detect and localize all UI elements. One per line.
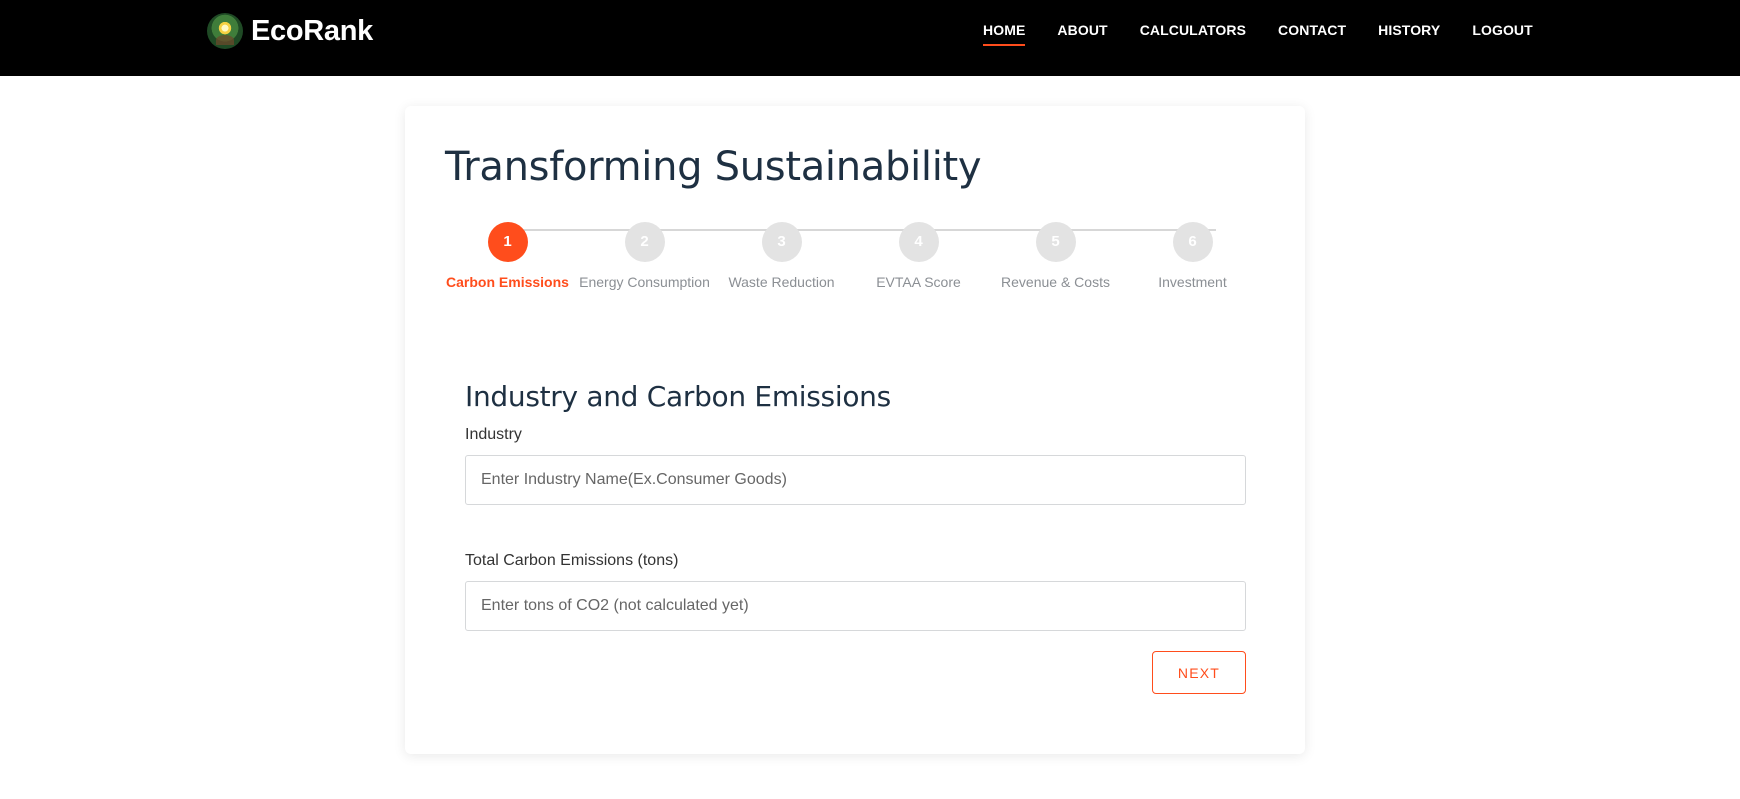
eco-globe-logo-icon — [207, 13, 243, 49]
step-number: 2 — [624, 222, 665, 262]
step-number: 1 — [487, 222, 528, 262]
nav-calculators[interactable]: CALCULATORS — [1140, 20, 1246, 46]
nav-history[interactable]: HISTORY — [1378, 20, 1440, 46]
nav-about[interactable]: ABOUT — [1057, 20, 1107, 46]
step-label: Carbon Emissions — [446, 274, 569, 290]
step-investment[interactable]: 6 Investment — [1124, 222, 1261, 290]
step-carbon-emissions[interactable]: 1 Carbon Emissions — [439, 222, 576, 290]
step-label: Revenue & Costs — [1001, 274, 1110, 290]
industry-label: Industry — [465, 426, 522, 443]
brand-name: EcoRank — [251, 14, 373, 47]
top-navbar: EcoRank HOME ABOUT CALCULATORS CONTACT H… — [0, 0, 1740, 76]
step-waste-reduction[interactable]: 3 Waste Reduction — [713, 222, 850, 290]
step-label: Investment — [1158, 274, 1227, 290]
industry-input[interactable] — [465, 455, 1246, 505]
step-energy-consumption[interactable]: 2 Energy Consumption — [576, 222, 713, 290]
progress-stepper: 1 Carbon Emissions 2 Energy Consumption … — [446, 222, 1273, 302]
main-nav: HOME ABOUT CALCULATORS CONTACT HISTORY L… — [983, 20, 1565, 46]
step-label: Energy Consumption — [579, 274, 710, 290]
step-number: 5 — [1035, 222, 1076, 262]
brand[interactable]: EcoRank — [207, 12, 373, 50]
step-number: 4 — [898, 222, 939, 262]
page-title: Transforming Sustainability — [445, 144, 982, 190]
next-button[interactable]: NEXT — [1152, 651, 1246, 694]
nav-contact[interactable]: CONTACT — [1278, 20, 1346, 46]
nav-logout[interactable]: LOGOUT — [1472, 20, 1532, 46]
step-evtaa-score[interactable]: 4 EVTAA Score — [850, 222, 987, 290]
step-label: EVTAA Score — [876, 274, 961, 290]
step-number: 6 — [1172, 222, 1213, 262]
nav-home[interactable]: HOME — [983, 20, 1026, 46]
step-revenue-costs[interactable]: 5 Revenue & Costs — [987, 222, 1124, 290]
step-number: 3 — [761, 222, 802, 262]
carbon-emissions-input[interactable] — [465, 581, 1246, 631]
section-title: Industry and Carbon Emissions — [465, 380, 891, 413]
carbon-emissions-label: Total Carbon Emissions (tons) — [465, 552, 679, 569]
step-label: Waste Reduction — [728, 274, 835, 290]
form-card: Transforming Sustainability 1 Carbon Emi… — [405, 106, 1305, 754]
